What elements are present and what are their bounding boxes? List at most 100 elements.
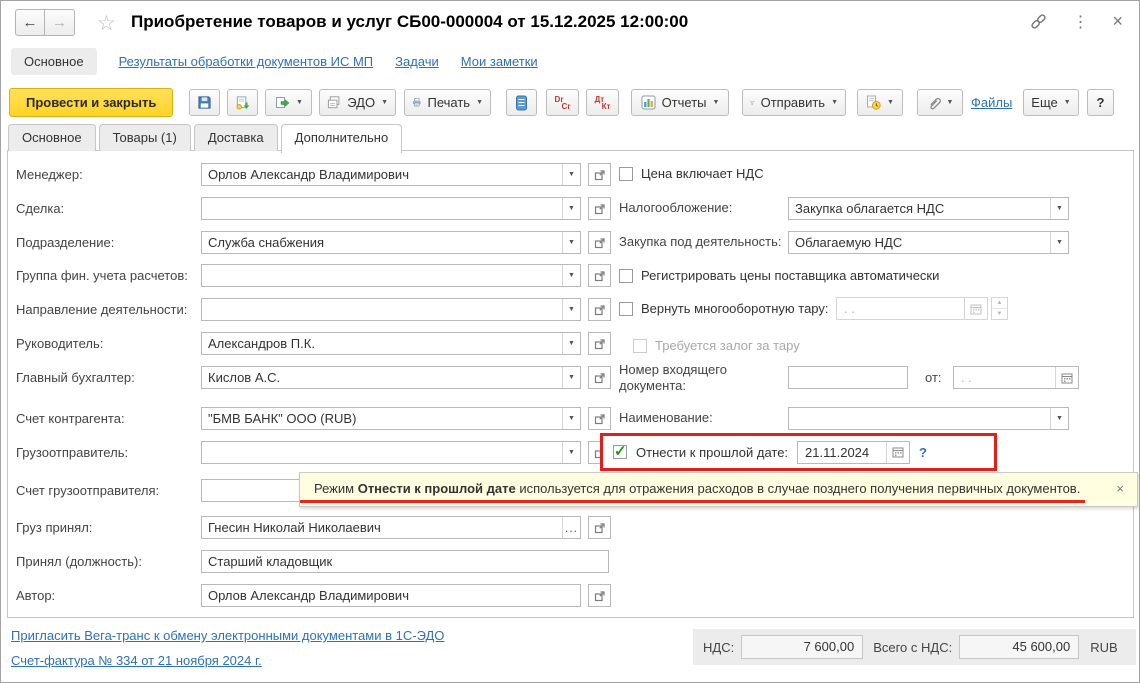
- invoice-link[interactable]: Счет-фактура № 334 от 21 ноября 2024 г.: [11, 653, 444, 668]
- forward-button[interactable]: →: [45, 9, 75, 36]
- back-button[interactable]: ←: [15, 9, 45, 36]
- files-link[interactable]: Файлы: [971, 95, 1012, 110]
- text-input[interactable]: Старший кладовщик: [201, 550, 609, 573]
- create-based-on-icon: [276, 96, 290, 108]
- reference-input[interactable]: Кислов А.С. ▼: [201, 366, 581, 389]
- tare-return-date-input[interactable]: . .: [836, 297, 988, 320]
- dropdown-arrow-icon[interactable]: ▼: [562, 265, 580, 286]
- checkbox-box: [633, 338, 647, 353]
- dropdown-arrow-icon[interactable]: ▼: [1050, 408, 1068, 429]
- calendar-icon[interactable]: [886, 441, 909, 463]
- nav-link-0[interactable]: Результаты обработки документов ИС МП: [119, 54, 374, 69]
- dropdown-arrow-icon[interactable]: ▼: [562, 367, 580, 388]
- dropdown-arrow-icon[interactable]: ▼: [562, 299, 580, 320]
- dropdown-arrow-icon[interactable]: ▼: [562, 232, 580, 253]
- register-records-button[interactable]: [506, 89, 537, 116]
- post-document-button[interactable]: [227, 89, 258, 116]
- edo-label: ЭДО: [347, 95, 376, 110]
- field-label: Сделка:: [16, 201, 65, 216]
- open-item-button[interactable]: [588, 407, 611, 430]
- reference-input[interactable]: Александров П.К. ▼: [201, 332, 581, 355]
- open-item-button[interactable]: [588, 231, 611, 254]
- field-label: Группа фин. учета расчетов:: [16, 268, 188, 283]
- favorite-star-icon[interactable]: ☆: [97, 11, 116, 36]
- spin-up-icon[interactable]: ▲: [992, 298, 1007, 309]
- field-row: Менеджер: Орлов Александр Владимирович ▼: [16, 163, 611, 186]
- open-item-button[interactable]: [588, 332, 611, 355]
- dropdown-arrow-icon[interactable]: ▼: [562, 164, 580, 185]
- more-menu-icon[interactable]: ⋮: [1072, 12, 1088, 32]
- calendar-icon[interactable]: [1055, 367, 1078, 388]
- form-tab-2[interactable]: Доставка: [193, 124, 278, 151]
- checkbox-return-tare[interactable]: Вернуть многооборотную тару:: [619, 301, 829, 316]
- reference-input[interactable]: ▼: [201, 441, 581, 464]
- dropdown-arrow-icon[interactable]: ▼: [562, 198, 580, 219]
- print-button[interactable]: Печать ▼: [404, 89, 491, 116]
- checkbox-price-includes-vat[interactable]: Цена включает НДС: [619, 166, 764, 181]
- reference-input[interactable]: "БМВ БАНК" ООО (RUB) ▼: [201, 407, 581, 430]
- close-icon[interactable]: ×: [1112, 11, 1123, 32]
- choose-button[interactable]: ...: [562, 517, 580, 538]
- checkbox-box[interactable]: [619, 166, 633, 181]
- name-select[interactable]: ▼: [788, 407, 1069, 430]
- spin-down-icon[interactable]: ▼: [992, 309, 1007, 319]
- get-link-icon[interactable]: [1029, 12, 1048, 31]
- reference-input[interactable]: Гнесин Николай Николаевич...: [201, 516, 581, 539]
- help-button[interactable]: ?: [1087, 89, 1114, 116]
- field-value: Служба снабжения: [208, 235, 325, 250]
- open-item-button[interactable]: [588, 584, 611, 607]
- edo-button[interactable]: ЭДО ▼: [319, 89, 396, 116]
- reference-input[interactable]: Орлов Александр Владимирович ▼: [201, 163, 581, 186]
- form-tab-0[interactable]: Основное: [8, 124, 96, 151]
- dtkt-button[interactable]: Дт Кт: [586, 89, 619, 116]
- drcr-button[interactable]: Dr Cr: [546, 89, 579, 116]
- open-item-button[interactable]: [588, 366, 611, 389]
- dropdown-arrow-icon[interactable]: ▼: [1050, 232, 1068, 253]
- reports-button[interactable]: Отчеты ▼: [631, 89, 729, 116]
- taxation-select[interactable]: Закупка облагается НДС ▼: [788, 197, 1069, 220]
- open-item-button[interactable]: [588, 197, 611, 220]
- nav-link-1[interactable]: Задачи: [395, 54, 439, 69]
- checkbox-allocate-past-date[interactable]: ✓: [613, 443, 627, 460]
- purchase-activity-select[interactable]: Облагаемую НДС ▼: [788, 231, 1069, 254]
- open-item-button[interactable]: [588, 163, 611, 186]
- attachments-button[interactable]: ▼: [917, 89, 963, 116]
- field-help-link[interactable]: ?: [919, 445, 927, 460]
- save-button[interactable]: [189, 89, 220, 116]
- create-based-on-button[interactable]: ▼: [265, 89, 312, 116]
- title-bar: ← → ☆ Приобретение товаров и услуг СБ00-…: [1, 1, 1139, 45]
- text-input[interactable]: Орлов Александр Владимирович: [201, 584, 581, 607]
- dropdown-arrow-icon[interactable]: ▼: [562, 333, 580, 354]
- dropdown-arrow-icon[interactable]: ▼: [1050, 198, 1068, 219]
- open-item-button[interactable]: [588, 516, 611, 539]
- calendar-icon[interactable]: [964, 298, 987, 319]
- form-tab-1[interactable]: Товары (1): [98, 124, 191, 151]
- incoming-date-input[interactable]: . .: [953, 366, 1079, 389]
- send-button[interactable]: Отправить ▼: [742, 89, 846, 116]
- vat-amount: 7 600,00: [741, 635, 864, 659]
- reference-input[interactable]: ▼: [201, 264, 581, 287]
- form-tab-3[interactable]: Дополнительно: [280, 124, 403, 153]
- more-button[interactable]: Еще ▼: [1023, 89, 1079, 116]
- checkbox-box[interactable]: [619, 301, 633, 316]
- post-and-close-button[interactable]: Провести и закрыть: [9, 88, 174, 117]
- nav-item-main[interactable]: Основное: [11, 48, 97, 75]
- reference-input[interactable]: ▼: [201, 298, 581, 321]
- checkbox-box[interactable]: [619, 268, 633, 283]
- open-item-button[interactable]: [588, 264, 611, 287]
- footer: Пригласить Вега-транс к обмену электронн…: [1, 619, 1139, 682]
- scheduled-tasks-button[interactable]: ▼: [857, 89, 903, 116]
- edo-invite-link[interactable]: Пригласить Вега-транс к обмену электронн…: [11, 628, 444, 643]
- nav-link-2[interactable]: Мои заметки: [461, 54, 538, 69]
- reference-input[interactable]: Служба снабжения ▼: [201, 231, 581, 254]
- tooltip-close-icon[interactable]: ×: [1116, 481, 1124, 496]
- dropdown-arrow-icon[interactable]: ▼: [562, 442, 580, 463]
- checkbox-register-supplier-prices[interactable]: Регистрировать цены поставщика автоматич…: [619, 268, 939, 283]
- past-date-input[interactable]: 21.11.2024: [797, 440, 911, 464]
- date-spinner[interactable]: ▲ ▼: [991, 297, 1008, 320]
- reference-input[interactable]: ▼: [201, 197, 581, 220]
- open-item-button[interactable]: [588, 298, 611, 321]
- incoming-number-input[interactable]: [788, 366, 908, 389]
- field-value: Орлов Александр Владимирович: [208, 167, 409, 182]
- dropdown-arrow-icon[interactable]: ▼: [562, 408, 580, 429]
